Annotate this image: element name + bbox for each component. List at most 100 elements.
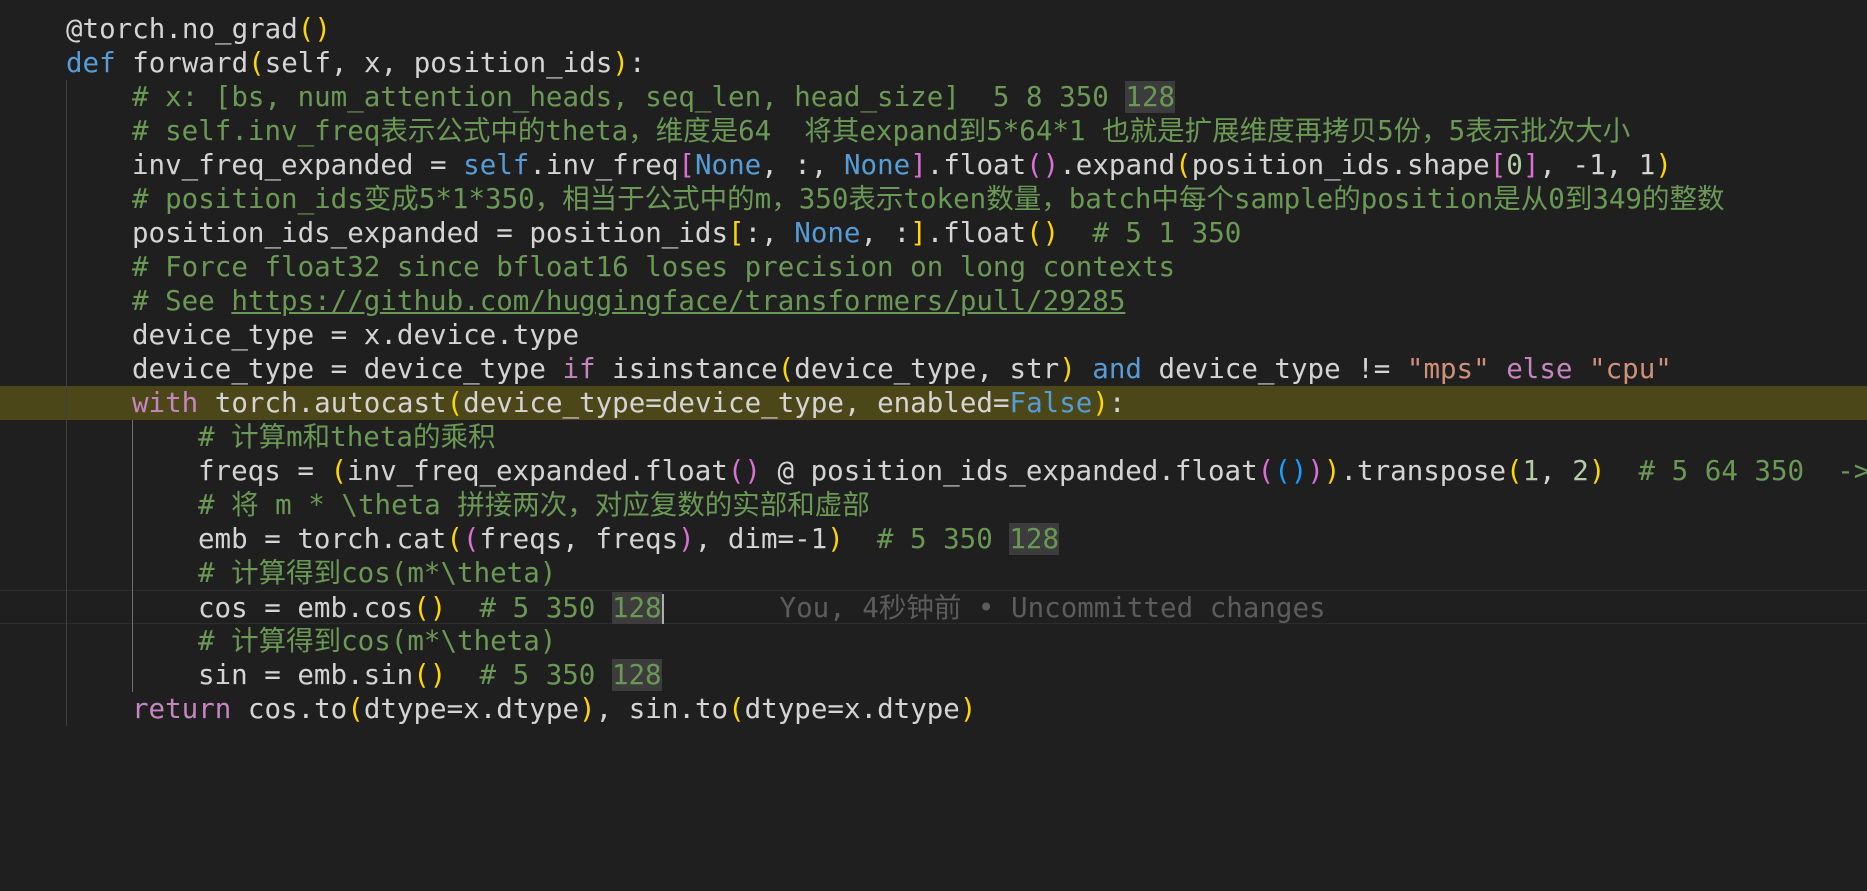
code-text: device_type = device_type if isinstance(…: [132, 352, 1672, 386]
code-text: # Force float32 since bfloat16 loses pre…: [132, 250, 1175, 284]
code-token: [: [678, 149, 695, 181]
code-token: sin = emb.sin: [198, 659, 414, 691]
code-token: # self.inv_freq表示公式中的theta，维度是64 将其expan…: [132, 115, 1631, 147]
code-token: ]: [1522, 149, 1540, 181]
code-line[interactable]: # 将 m * \theta 拼接两次，对应复数的实部和虚部: [0, 488, 1867, 522]
code-line-current[interactable]: cos = emb.cos() # 5 350 128 You, 4秒钟前 • …: [0, 590, 1867, 624]
code-token: position_ids.shape: [1191, 149, 1490, 181]
code-line[interactable]: # 计算得到cos(m*\theta): [0, 624, 1867, 658]
code-token: ): [678, 523, 695, 555]
code-token: .transpose: [1340, 455, 1507, 487]
code-token: (): [1274, 455, 1308, 487]
code-token: cos.to: [231, 693, 348, 725]
indent-guide: [66, 80, 67, 726]
code-token: (): [413, 659, 447, 691]
code-line[interactable]: return cos.to(dtype=x.dtype), sin.to(dty…: [0, 692, 1867, 726]
code-line[interactable]: # See https://github.com/huggingface/tra…: [0, 284, 1867, 318]
code-token: # 计算得到cos(m*\theta): [198, 625, 557, 657]
indent-guide: [132, 420, 133, 692]
code-token: None: [843, 149, 911, 181]
code-token: ): [1307, 455, 1324, 487]
code-token: # 5 350: [446, 659, 612, 691]
code-text: # 计算得到cos(m*\theta): [198, 556, 556, 590]
code-line[interactable]: position_ids_expanded = position_ids[:, …: [0, 216, 1867, 250]
code-text: freqs = (inv_freq_expanded.float() @ pos…: [198, 454, 1867, 488]
code-text: emb = torch.cat((freqs, freqs), dim=-1) …: [198, 522, 1059, 556]
code-line[interactable]: inv_freq_expanded = self.inv_freq[None, …: [0, 148, 1867, 182]
code-token: .float: [926, 217, 1027, 249]
code-text: cos = emb.cos() # 5 350 128 You, 4秒钟前 • …: [198, 591, 1326, 625]
code-token: ,: [1539, 455, 1573, 487]
code-line[interactable]: @torch.no_grad(): [0, 12, 1867, 46]
code-token: ): [1059, 353, 1076, 385]
code-token: ): [959, 693, 977, 725]
code-token: def: [66, 47, 116, 79]
code-token: , sin.to: [595, 693, 729, 725]
code-token: :: [1108, 387, 1126, 419]
code-text: # self.inv_freq表示公式中的theta，维度是64 将其expan…: [132, 114, 1630, 148]
code-line[interactable]: # self.inv_freq表示公式中的theta，维度是64 将其expan…: [0, 114, 1867, 148]
code-token: dtype=x.dtype: [744, 693, 960, 725]
code-token: (): [1026, 149, 1060, 181]
code-token: False: [1009, 387, 1093, 419]
code-token: 2: [1572, 455, 1589, 487]
code-token: None: [794, 217, 861, 249]
code-text: inv_freq_expanded = self.inv_freq[None, …: [132, 148, 1672, 182]
code-line[interactable]: freqs = (inv_freq_expanded.float() @ pos…: [0, 454, 1867, 488]
code-token: [: [1489, 149, 1507, 181]
code-token: 128: [611, 592, 662, 624]
code-token: (: [330, 455, 348, 487]
code-token: # 5 350: [843, 523, 1010, 555]
code-line[interactable]: emb = torch.cat((freqs, freqs), dim=-1) …: [0, 522, 1867, 556]
code-line[interactable]: # 计算得到cos(m*\theta): [0, 556, 1867, 590]
code-token: (): [297, 13, 331, 45]
code-token: , dim=-1: [694, 523, 828, 555]
code-line[interactable]: # x: [bs, num_attention_heads, seq_len, …: [0, 80, 1867, 114]
code-token: device_type !=: [1141, 353, 1407, 385]
code-token: # 5 1 350: [1059, 217, 1242, 249]
code-line[interactable]: # Force float32 since bfloat16 loses pre…: [0, 250, 1867, 284]
code-text: with torch.autocast(device_type=device_t…: [132, 386, 1125, 420]
code-line[interactable]: device_type = device_type if isinstance(…: [0, 352, 1867, 386]
code-text: # 将 m * \theta 拼接两次，对应复数的实部和虚部: [198, 488, 870, 522]
code-token: # 计算得到cos(m*\theta): [198, 557, 557, 589]
code-token: device_type = device_type: [132, 353, 563, 385]
code-token: 128: [1009, 523, 1059, 555]
code-token: (): [727, 455, 761, 487]
code-line[interactable]: # position_ids变成5*1*350，相当于公式中的m，350表示to…: [0, 182, 1867, 216]
code-token: "mps": [1406, 353, 1490, 385]
url-link[interactable]: https://github.com/huggingface/transform…: [231, 285, 1125, 317]
code-text: # x: [bs, num_attention_heads, seq_len, …: [132, 80, 1176, 114]
code-token: .expand: [1059, 149, 1176, 181]
code-token: # 5 64 350 -> 5: [1638, 455, 1867, 487]
code-text: position_ids_expanded = position_ids[:, …: [132, 216, 1241, 250]
code-token: ): [827, 523, 844, 555]
code-line[interactable]: def forward(self, x, position_ids):: [0, 46, 1867, 80]
code-token: cos = emb.cos: [198, 592, 414, 624]
code-text: # 计算得到cos(m*\theta): [198, 624, 556, 658]
code-token: inv_freq_expanded.float: [347, 455, 728, 487]
code-token: ]: [910, 217, 927, 249]
code-token: freqs, freqs: [479, 523, 679, 555]
code-token: ): [1323, 455, 1341, 487]
code-token: ): [1588, 455, 1606, 487]
code-text: sin = emb.sin() # 5 350 128: [198, 658, 662, 692]
code-token: @torch.no_grad: [66, 13, 298, 45]
code-token: torch.autocast: [198, 387, 447, 419]
code-token: :,: [744, 217, 795, 249]
code-token: if: [562, 353, 596, 385]
code-token: device_type=device_type, enabled=: [463, 387, 1010, 419]
code-token: emb = torch.cat: [198, 523, 447, 555]
code-line[interactable]: # 计算m和theta的乘积: [0, 420, 1867, 454]
code-line-highlighted[interactable]: with torch.autocast(device_type=device_t…: [0, 386, 1867, 420]
code-token: # 计算m和theta的乘积: [198, 421, 496, 453]
code-text: @torch.no_grad(): [66, 12, 331, 46]
code-line[interactable]: sin = emb.sin() # 5 350 128: [0, 658, 1867, 692]
code-token: :: [628, 47, 646, 79]
code-line[interactable]: device_type = x.device.type: [0, 318, 1867, 352]
code-token: 128: [611, 659, 662, 691]
code-editor[interactable]: @torch.no_grad() def forward(self, x, pos…: [0, 0, 1867, 891]
code-token: [: [728, 217, 745, 249]
code-token: (: [1175, 149, 1192, 181]
code-token: else: [1489, 353, 1573, 385]
